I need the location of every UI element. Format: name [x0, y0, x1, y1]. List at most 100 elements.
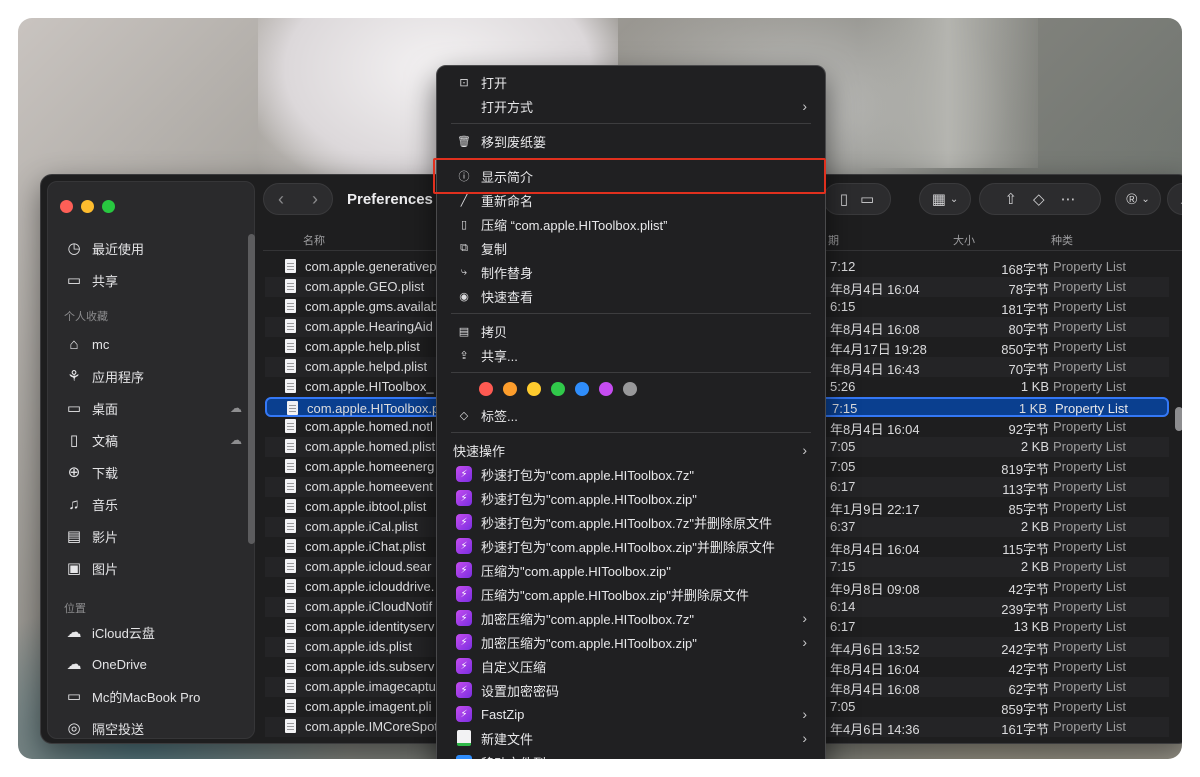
menu-item-quick-actions[interactable]: 快速操作 › [445, 439, 817, 461]
tag-icon[interactable]: ◇ [1033, 190, 1045, 208]
menu-item-quick-action[interactable]: ⚡ 压缩为"com.apple.HIToolbox.zip"并删除原文件 [445, 583, 817, 605]
search-button[interactable]: ⌕ [1167, 183, 1182, 215]
file-kind: Property List [1053, 699, 1126, 714]
plist-file-icon [285, 619, 296, 633]
purple-app-icon: ⚡ [453, 490, 475, 506]
menu-item-quick-action[interactable]: ⚡ 秒速打包为"com.apple.HIToolbox.zip" [445, 487, 817, 509]
column-size[interactable]: 大小 [953, 232, 975, 248]
airdrop-icon: ◎ [67, 720, 81, 737]
menu-item-copy[interactable]: ▤ 拷贝 [445, 320, 817, 342]
file-name: com.apple.IMCoreSpot [305, 719, 438, 734]
sidebar-item-label: 下载 [92, 465, 119, 481]
menu-item-share[interactable]: ⇪ 共享... [445, 344, 817, 366]
file-name: com.apple.imagecaptu [305, 679, 436, 694]
sidebar: ◷ 最近使用 ▭ 共享 个人收藏 ⌂ mc ⚘ 应用程序 ▭ 桌面 ☁ ▯ 文稿… [47, 181, 255, 739]
tag-color-dot[interactable] [503, 382, 517, 396]
sidebar-item-music[interactable]: ♫ 音乐 [64, 492, 244, 516]
column-name[interactable]: 名称 [303, 232, 325, 248]
tag-color-dot[interactable] [623, 382, 637, 396]
forward-chevron-icon[interactable]: › [312, 189, 318, 210]
menu-item-compress[interactable]: ▯ 压缩 “com.apple.HIToolbox.plist” [445, 213, 817, 235]
tag-color-dot[interactable] [527, 382, 541, 396]
file-name: com.apple.icloud.sear [305, 559, 432, 574]
purple-app-icon: ⚡ [453, 634, 475, 650]
menu-item-quick-action[interactable]: ⚡ 秒速打包为"com.apple.HIToolbox.7z"并删除原文件 [445, 511, 817, 533]
file-name: com.apple.HIToolbox_ [305, 379, 434, 394]
file-list-scrollbar[interactable] [1175, 407, 1182, 431]
menu-separator [451, 432, 811, 433]
tag-color-dot[interactable] [599, 382, 613, 396]
menu-item-quick-action[interactable]: ⚡ 压缩为"com.apple.HIToolbox.zip" [445, 559, 817, 581]
sidebar-item-icloud[interactable]: ☁ iCloud云盘 [64, 620, 244, 644]
menu-item-move-to-trash[interactable]: 🗑 移到废纸篓 [445, 130, 817, 152]
menu-item-label: 复制 [481, 241, 508, 257]
file-date: 年8月4日 16:08 [830, 682, 920, 697]
menu-item-quick-action[interactable]: ⚡ 秒速打包为"com.apple.HIToolbox.7z" [445, 463, 817, 485]
sidebar-item-home[interactable]: ⌂ mc [64, 332, 244, 356]
share-icon[interactable]: ⇧ [1004, 190, 1017, 208]
menu-item-open-with[interactable]: 打开方式 › [445, 95, 817, 117]
plist-file-icon [285, 419, 296, 433]
purple-app-icon: ⚡ [453, 562, 475, 578]
menu-item-label: 快速查看 [481, 289, 534, 305]
file-date: 年4月17日 19:28 [830, 342, 927, 357]
desktop-icon: ▭ [66, 400, 82, 417]
menu-item-quick-action[interactable]: ⚡ 加密压缩为"com.apple.HIToolbox.7z" › [445, 607, 817, 629]
file-name: com.apple.generativep [305, 259, 437, 274]
file-name: com.apple.homeenerg [305, 459, 435, 474]
file-date: 7:05 [830, 699, 856, 714]
icloud-status-icon: ☁ [230, 433, 242, 447]
sidebar-item-movies[interactable]: ▤ 影片 [64, 524, 244, 548]
group-by-button[interactable]: ▦ ⌄ [919, 183, 971, 215]
menu-item-tags[interactable]: ◇ 标签... [445, 404, 817, 426]
tag-color-dot[interactable] [479, 382, 493, 396]
sidebar-item-macbook[interactable]: ▭ Mc的MacBook Pro [64, 684, 244, 708]
menu-item-duplicate[interactable]: ⧉ 复制 [445, 237, 817, 259]
sidebar-item-documents[interactable]: ▯ 文稿 ☁ [64, 428, 244, 452]
menu-item-quick-action[interactable]: ⚡ 秒速打包为"com.apple.HIToolbox.zip"并删除原文件 [445, 535, 817, 557]
share-icon: ⇪ [459, 349, 469, 362]
column-view-icon[interactable]: ▯ [840, 190, 848, 208]
menu-item-quick-action[interactable]: ⚡ FastZip › [445, 703, 817, 725]
menu-item-make-alias[interactable]: ⤷ 制作替身 [445, 261, 817, 283]
menu-item-quick-action[interactable]: ⚡ 加密压缩为"com.apple.HIToolbox.zip" › [445, 631, 817, 653]
file-kind: Property List [1053, 659, 1126, 674]
sidebar-item-recents[interactable]: ◷ 最近使用 [64, 236, 244, 260]
menu-item-label: 自定义压缩 [481, 659, 547, 675]
plist-file-icon [285, 279, 296, 293]
more-icon[interactable]: ⋯ [1061, 190, 1076, 208]
minimize-window-button[interactable] [81, 200, 94, 213]
menu-item-quick-action[interactable]: 新建文件 › [445, 727, 817, 749]
file-date: 年4月6日 14:36 [830, 722, 920, 737]
plist-file-icon [285, 559, 296, 573]
sidebar-item-airdrop[interactable]: ◎ 隔空投送 [64, 716, 244, 740]
column-date[interactable]: 期 [828, 232, 839, 248]
sidebar-item-applications[interactable]: ⚘ 应用程序 [64, 364, 244, 388]
column-kind[interactable]: 种类 [1051, 232, 1073, 248]
sidebar-item-desktop[interactable]: ▭ 桌面 ☁ [64, 396, 244, 420]
zoom-window-button[interactable] [102, 200, 115, 213]
plist-file-icon [285, 659, 296, 673]
sidebar-item-label: 共享 [92, 273, 119, 289]
gallery-view-icon[interactable]: ▭ [860, 190, 874, 208]
menu-item-label: 秒速打包为"com.apple.HIToolbox.7z"并删除原文件 [481, 515, 772, 531]
sidebar-scrollbar[interactable] [248, 234, 255, 544]
file-date: 7:15 [832, 401, 858, 416]
sidebar-item-onedrive[interactable]: ☁ OneDrive [64, 652, 244, 676]
menu-item-quick-action[interactable]: 移动文件到... › [445, 751, 817, 759]
close-window-button[interactable] [60, 200, 73, 213]
menu-item-quick-action[interactable]: ⚡ 自定义压缩 [445, 655, 817, 677]
tag-color-dot[interactable] [551, 382, 565, 396]
file-date: 年8月4日 16:04 [830, 282, 920, 297]
menu-item-open[interactable]: ⊡ 打开 [445, 71, 817, 93]
menu-item-quick-action[interactable]: ⚡ 设置加密密码 [445, 679, 817, 701]
extension-button[interactable]: ® ⌄ [1115, 183, 1161, 215]
tag-color-dot[interactable] [575, 382, 589, 396]
sidebar-item-pictures[interactable]: ▣ 图片 [64, 556, 244, 580]
menu-item-label: 移到废纸篓 [481, 134, 547, 150]
sidebar-item-label: 文稿 [92, 433, 119, 449]
sidebar-item-shared[interactable]: ▭ 共享 [64, 268, 244, 292]
back-chevron-icon[interactable]: ‹ [278, 189, 284, 210]
menu-item-quick-look[interactable]: ◉ 快速查看 [445, 285, 817, 307]
sidebar-item-downloads[interactable]: ⊕ 下载 [64, 460, 244, 484]
